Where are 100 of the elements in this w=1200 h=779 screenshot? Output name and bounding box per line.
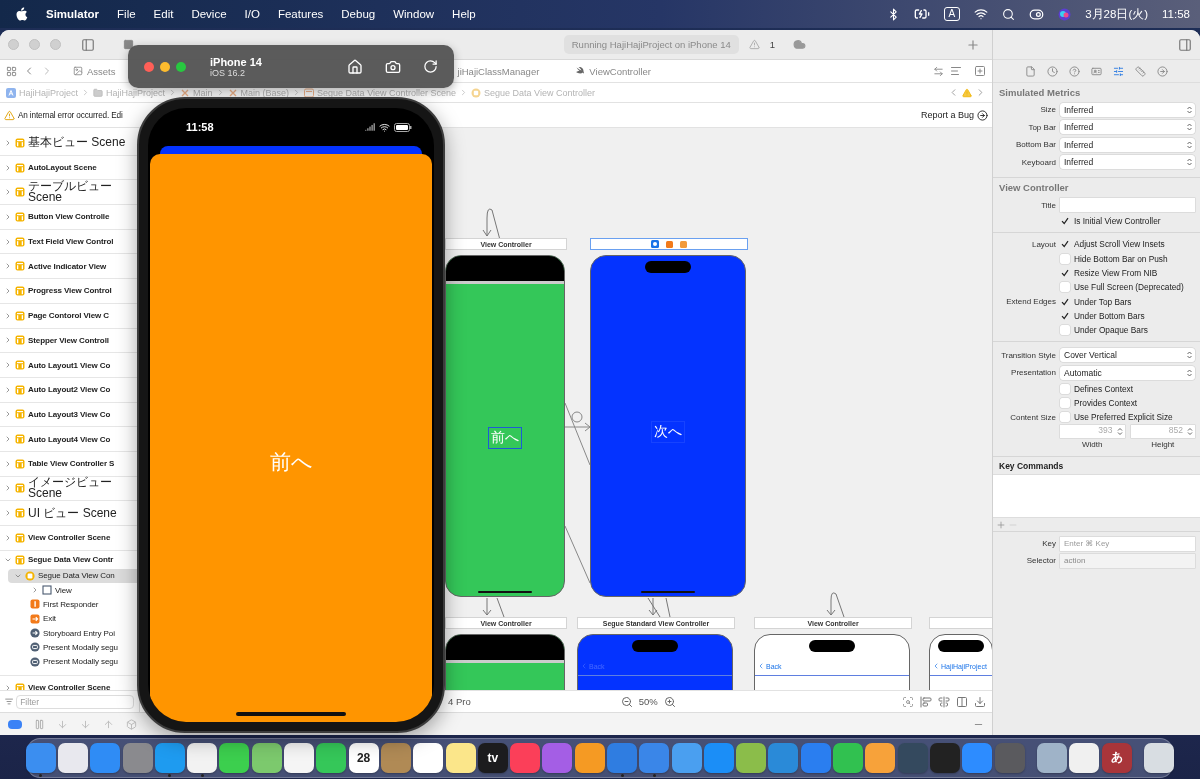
cube-icon[interactable] [126,718,137,730]
embed-icon[interactable] [973,695,986,708]
search-icon[interactable] [1002,7,1016,21]
checkbox[interactable]: Resize View From NIB [1060,268,1195,279]
screenshot-icon[interactable] [385,58,401,75]
menu-item[interactable]: Device [191,8,227,20]
tree-item[interactable]: View Controller Scene [0,526,139,550]
cloud-icon[interactable] [793,38,806,51]
menu-item[interactable]: Simulator [46,8,100,20]
tree-item[interactable]: Segue Data View Con [8,568,139,583]
tree-item[interactable]: Present Modally segu [0,654,139,669]
apple-icon[interactable] [16,7,28,21]
app-icon[interactable] [413,742,444,773]
checkbox[interactable]: Use Preferred Explicit Size [1060,412,1195,423]
tree-item[interactable]: Page Contorol View C [0,303,139,328]
frame-icon[interactable] [901,695,914,708]
tree-item[interactable]: UI ビュー Scene [0,501,139,525]
warning-icon[interactable] [748,39,760,50]
lines-icon[interactable] [950,65,962,77]
stop-icon[interactable] [123,39,134,50]
warning-icon[interactable] [962,87,972,98]
grid-icon[interactable] [6,65,17,77]
sliders-icon[interactable] [1113,65,1124,77]
select-field[interactable]: Automatic [1060,365,1195,380]
input-source[interactable]: A [943,7,961,21]
checkbox[interactable]: Is Initial View Controller [1060,216,1195,227]
checkbox[interactable]: Defines Context [1060,383,1195,394]
ruler-icon[interactable] [1135,65,1146,77]
tree-item[interactable]: イメージビュー Scene [0,476,139,501]
window-close-button[interactable] [8,39,19,50]
window-zoom-button[interactable] [176,61,186,72]
step-out-icon[interactable] [103,718,114,730]
checkbox[interactable]: Use Full Screen (Deprecated) [1060,282,1195,293]
app-icon[interactable] [1144,742,1175,773]
tree-item[interactable]: Segue Data View Contr [0,550,139,569]
warning-count[interactable]: 1 [769,39,775,50]
toggle-pill[interactable] [8,719,22,729]
menu-clock[interactable]: 11:58 [1162,8,1190,20]
checkbox[interactable]: Provides Context [1060,397,1195,408]
file-icon[interactable] [1025,65,1036,77]
sidebar-toggle-icon[interactable] [81,37,95,52]
updown-icon[interactable] [1116,427,1123,437]
step-in-icon[interactable] [80,718,91,730]
clock-icon[interactable] [1047,65,1058,77]
text-field[interactable] [1060,198,1195,212]
select-field[interactable]: Inferred [1060,120,1195,135]
tree-item[interactable]: Auto Layout2 View Co [0,377,139,402]
checkbox[interactable]: Under Bottom Bars [1060,310,1195,321]
device-label[interactable]: 4 Pro [448,696,471,707]
app-icon[interactable] [187,742,218,773]
tree-item[interactable]: Exit [0,611,139,626]
menu-item[interactable]: I/O [244,8,260,20]
app-icon[interactable] [445,742,476,773]
app-icon[interactable]: tv [477,742,508,773]
arrow-circle-icon[interactable] [977,109,988,121]
tree-item[interactable]: テーブルビュー Scene [0,180,139,205]
window-close-button[interactable] [144,61,154,72]
window-minimize-button[interactable] [160,61,170,72]
battery-icon[interactable] [913,6,930,22]
scene-button[interactable]: 次へ [651,421,685,443]
inspector-toggle-icon[interactable] [1178,37,1192,52]
app-icon[interactable]: 28 [348,742,379,773]
select-field[interactable]: Inferred [1060,155,1195,170]
add-icon[interactable] [966,37,980,52]
tree-item[interactable]: Active Indicator View [0,254,139,279]
add-editor-icon[interactable] [974,65,986,77]
editor-tab[interactable]: ViewController [575,65,651,77]
tree-item[interactable]: Button View Controlle [0,205,139,229]
updown-icon[interactable] [1187,427,1193,437]
tree-item[interactable]: AutoLayout Scene [0,155,139,180]
add-icon[interactable] [996,519,1006,530]
menu-date[interactable]: 3月28日(火) [1085,6,1149,22]
tree-item[interactable]: View Controller Scene [0,675,139,690]
tree-item[interactable]: Stepper View Controll [0,328,139,353]
pause-icon[interactable] [34,718,45,730]
help-icon[interactable] [1069,65,1080,77]
rotate-icon[interactable] [423,59,438,74]
toggle-icon[interactable] [1029,6,1045,22]
select-field[interactable]: Inferred [1060,137,1195,152]
step-over-icon[interactable] [57,718,68,730]
app-icon[interactable] [284,742,315,773]
tree-item[interactable]: Auto Layout4 View Co [0,427,139,451]
app-icon[interactable] [251,742,282,773]
tree-item[interactable]: 基本ビュー Scene [0,131,139,155]
pin-icon[interactable] [937,695,950,708]
tree-item[interactable]: Text Field View Control [0,229,139,254]
tree-item[interactable]: View [0,583,139,598]
tree-item[interactable]: Table View Controller S [0,451,139,476]
menu-item[interactable]: Debug [341,8,376,20]
swap-icon[interactable] [933,65,944,77]
zoom-in-icon[interactable] [663,695,676,708]
scene-title-bar[interactable] [590,238,748,250]
align-icon[interactable] [919,695,932,708]
tree-item[interactable]: Present Modally segu [0,640,139,655]
select-field[interactable]: Cover Vertical [1060,348,1195,363]
filter-icon[interactable] [5,697,14,706]
tree-item[interactable]: Progress View Control [0,279,139,303]
window-zoom-button[interactable] [50,39,61,50]
report-bug-link[interactable]: Report a Bug [920,110,974,120]
id-card-icon[interactable] [1091,65,1102,77]
